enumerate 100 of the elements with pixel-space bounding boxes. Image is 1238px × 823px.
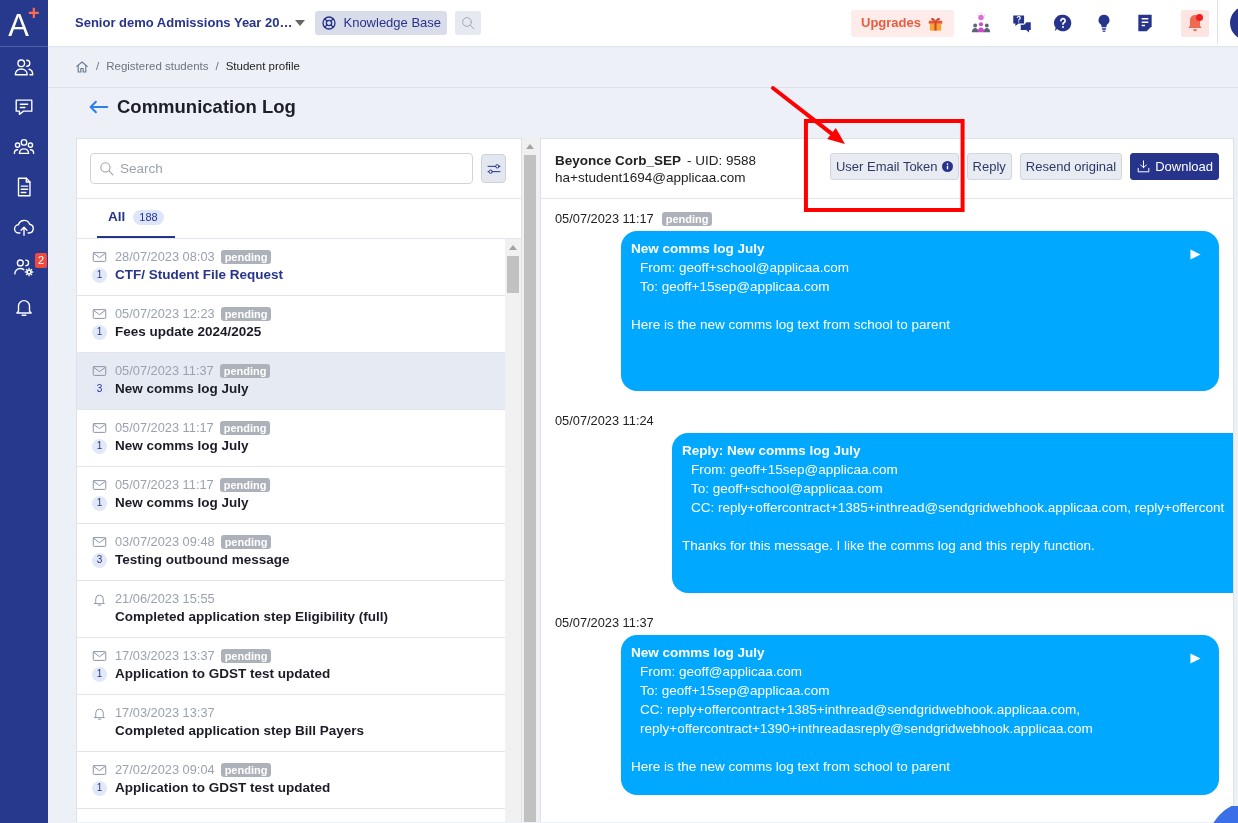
message-count: 1 (92, 780, 107, 796)
log-title: Completed application step Eligibility (full) (115, 607, 388, 626)
breadcrumb-link[interactable]: Registered students (106, 58, 209, 76)
breadcrumb-separator: / (215, 59, 219, 75)
message-count: 1 (92, 495, 107, 511)
message-count: 1 (92, 438, 107, 454)
count-badge: 188 (133, 210, 164, 225)
message-date: 05/07/2023 11:24 (555, 411, 654, 430)
status-badge: pending (220, 763, 272, 777)
message-date: 05/07/2023 11:17 (555, 209, 654, 228)
status-badge: pending (219, 478, 271, 492)
notes-icon (1135, 13, 1155, 33)
breadcrumb-separator: / (96, 59, 100, 75)
log-title: Completed application step Bill Payers (115, 721, 365, 740)
envelope-icon (92, 764, 107, 776)
search-icon (460, 15, 477, 31)
log-date: 17/03/2023 13:37 (115, 647, 215, 666)
status-badge: pending (219, 421, 271, 435)
people-icon (13, 56, 35, 78)
message-header: To: geoff+15sep@applicaa.com (639, 682, 831, 700)
message-header: To: geoff+15sep@applicaa.com (639, 278, 831, 296)
log-date: 05/07/2023 11:37 (115, 362, 214, 381)
log-date: 21/06/2023 15:55 (115, 590, 215, 609)
log-title: CTF/ Student File Request (115, 265, 283, 284)
log-title: Application to GDST test updated (115, 664, 331, 683)
user-gear-icon (13, 256, 35, 278)
help-icon (1053, 13, 1073, 33)
message-header: From: geoff+15sep@applicaa.com (690, 461, 899, 479)
envelope-icon (92, 650, 107, 662)
student-name: Beyonce Corb_SEP (555, 153, 682, 168)
log-date: 28/07/2023 08:03 (115, 248, 215, 267)
play-icon[interactable] (1190, 653, 1201, 664)
log-date: 03/07/2023 09:48 (115, 533, 215, 552)
search-icon (98, 160, 115, 177)
message-body: Here is the new comms log text from school to parent (631, 316, 951, 334)
filter-button[interactable] (481, 154, 506, 183)
log-title: Testing outbound message (115, 550, 290, 569)
message-count: 1 (92, 666, 107, 682)
lifebuoy-icon (321, 15, 338, 31)
chat-icon (13, 96, 35, 118)
back-button[interactable] (88, 100, 109, 114)
log-date: 05/07/2023 11:17 (115, 476, 214, 495)
message-subject: New comms log July (631, 644, 766, 662)
action-button[interactable]: Resend original (1019, 153, 1123, 180)
log-title: New comms log July (115, 379, 249, 398)
message-header: From: geoff+school@applicaa.com (639, 259, 850, 277)
team-idea-icon (971, 13, 991, 33)
user-avatar[interactable] (1230, 6, 1238, 40)
back-arrow-icon (88, 100, 109, 114)
status-badge: pending (220, 535, 272, 549)
status-badge: pending (220, 250, 272, 264)
envelope-icon (92, 365, 107, 377)
envelope-icon (92, 536, 107, 548)
log-title: New comms log July (115, 436, 249, 455)
status-badge: pending (661, 211, 713, 226)
message-header: CC: reply+offercontract+1385+inthread@sendgridwebhook.applicaa.com, reply+offercontract+1390+inthreadasreply@sendgridwebhook.applicaa.com (639, 701, 1094, 738)
status-badge: pending (220, 649, 272, 663)
chat-question-icon (1012, 13, 1032, 33)
message-date: 05/07/2023 11:37 (555, 613, 654, 632)
bell-icon (92, 705, 107, 721)
home-button[interactable] (75, 60, 89, 74)
knowledge-base-button[interactable]: Knowledge Base (315, 11, 448, 35)
message-count: 3 (92, 552, 107, 568)
message-subject: Reply: New comms log July (682, 442, 862, 460)
student-email: ha+student1694@applicaa.com (555, 169, 747, 186)
sidebar-nav-button[interactable]: 2 (0, 247, 48, 287)
log-list-item[interactable]: 05/07/2023 11:37 pending 3 New comms log July (77, 353, 505, 410)
message-header: CC: reply+offercontract+1385+inthread@sendgridwebhook.applicaa.com, reply+offercont (690, 499, 1226, 517)
download-button[interactable]: Download (1130, 153, 1219, 180)
info-icon (941, 161, 953, 172)
message-body: Thanks for this message. I like the comms log and this reply function. (682, 537, 1096, 555)
chat-launcher-button[interactable] (1212, 806, 1238, 823)
message-count: 1 (92, 267, 107, 283)
log-title: Fees update 2024/2025 (115, 322, 262, 341)
user-email-token-button[interactable]: User Email Token (829, 153, 959, 180)
workspace-selector[interactable]: Senior demo Admissions Year 20… (75, 13, 306, 33)
message-count: 3 (92, 381, 107, 397)
home-icon (75, 60, 89, 74)
scrollbar-thumb[interactable] (507, 256, 519, 293)
log-date: 05/07/2023 12:23 (115, 305, 215, 324)
action-button[interactable]: Reply (966, 153, 1012, 180)
scrollbar-thumb[interactable] (524, 155, 536, 822)
notifications-button[interactable] (1181, 9, 1209, 37)
alert-dot-icon (1196, 13, 1203, 21)
caret-icon (295, 20, 306, 26)
envelope-icon (92, 251, 107, 263)
message-header: To: geoff+school@applicaa.com (690, 480, 884, 498)
search-field[interactable]: Search (90, 153, 473, 184)
log-title: New comms log July (115, 493, 249, 512)
page-title: Communication Log (117, 95, 296, 119)
play-icon[interactable] (1190, 249, 1201, 260)
count-badge: 2 (34, 253, 47, 268)
message-subject: New comms log July (631, 240, 766, 258)
download-icon (1136, 159, 1152, 174)
app-logo[interactable]: A+ (8, 5, 40, 41)
envelope-icon (92, 308, 107, 320)
log-date: 17/03/2023 13:37 (115, 704, 215, 723)
bell-icon (92, 591, 107, 607)
envelope-icon (92, 422, 107, 434)
message-count: 1 (92, 324, 107, 340)
